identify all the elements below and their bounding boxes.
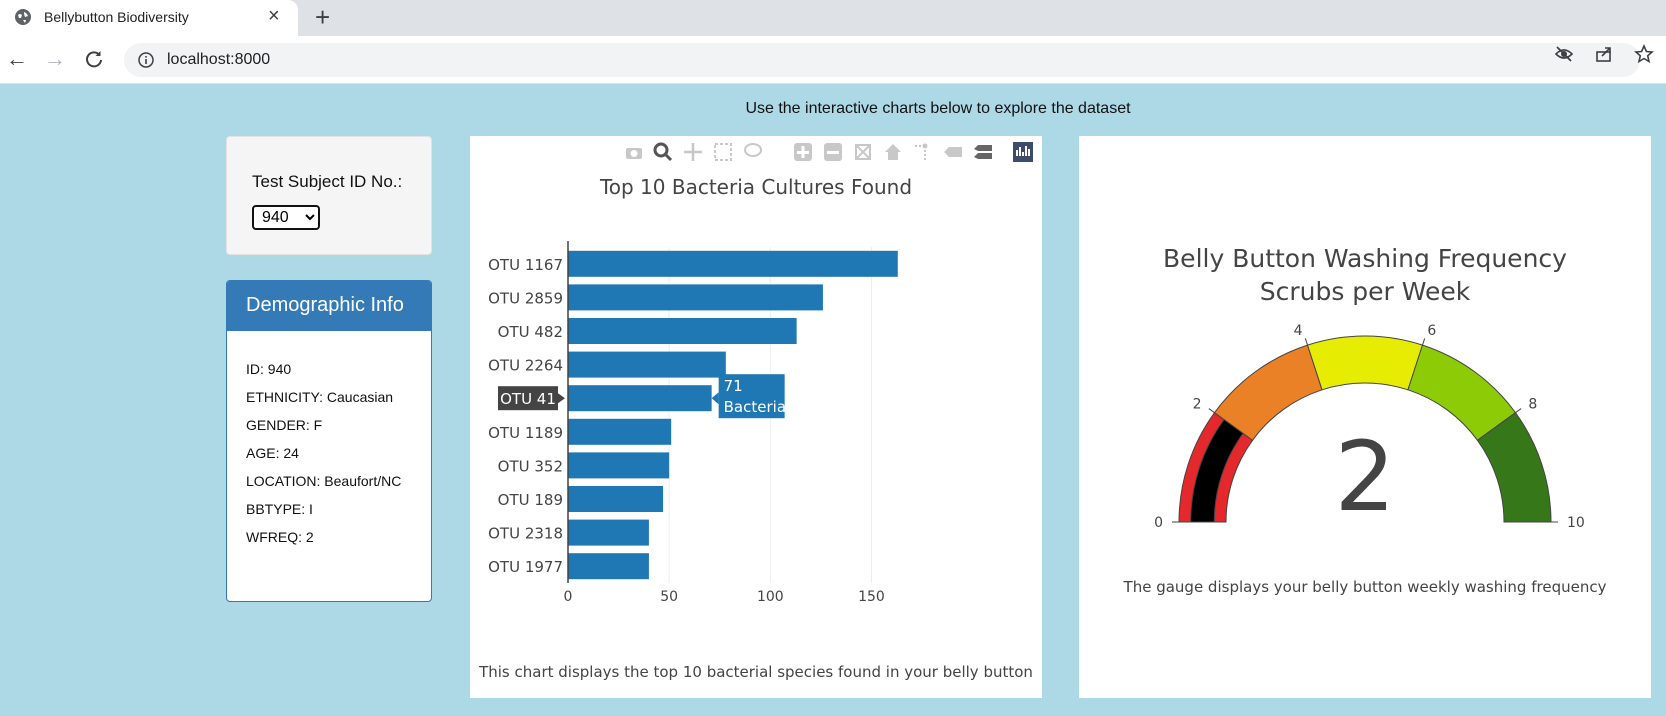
bar[interactable] [568,452,670,479]
bar[interactable] [568,486,664,512]
x-tick-label: 50 [660,589,678,605]
y-tick-label: OTU 1167 [488,256,563,274]
new-tab-icon[interactable]: + [315,3,330,31]
address-bar[interactable]: localhost:8000 [124,43,1640,77]
demographic-info-panel: Demographic Info ID: 940 ETHNICITY: Cauca… [226,280,432,602]
globe-icon [15,9,31,25]
bar[interactable] [568,385,712,412]
page-headline: Use the interactive charts below to expl… [745,100,1131,117]
hover-closest-icon[interactable] [944,147,962,157]
plot-modebar [626,142,1033,162]
lasso-icon[interactable] [744,143,762,157]
gauge-value-number: 2 [1334,421,1395,533]
bar[interactable] [568,284,823,311]
tooltip-label: Bacteria [724,398,786,416]
spike-lines-icon[interactable] [915,143,928,161]
tab-title: Bellybutton Biodiversity [44,9,189,25]
gauge-chart-card: Belly Button Washing Frequency Scrubs per… [1079,136,1651,698]
reload-icon[interactable] [84,49,104,69]
tooltip-value: 71 [724,377,743,395]
demographic-row: GENDER: F [246,417,323,433]
hover-compare-icon[interactable] [974,145,992,159]
zoom-out-icon[interactable] [824,143,842,161]
gauge-tick [1304,338,1308,346]
gauge-tick [1422,338,1426,346]
demographic-row: BBTYPE: I [246,501,313,517]
bar[interactable] [568,250,898,277]
y-tick-label: OTU 2859 [488,289,563,307]
gauge-chart[interactable]: Belly Button Washing Frequency Scrubs per… [1079,136,1651,698]
close-tab-icon[interactable]: × [268,5,280,27]
y-tick-label: OTU 2318 [488,525,563,543]
demographic-info-body: ID: 940 ETHNICITY: Caucasian GENDER: F AGE:… [227,331,431,545]
x-tick-label: 0 [564,589,573,605]
y-tick-label: OTU 189 [498,491,563,509]
back-icon[interactable]: ← [6,47,28,71]
gauge-tick-label: 6 [1427,323,1436,339]
y-tick-label: OTU 2264 [488,357,563,375]
gauge-caption: The gauge displays your belly button wee… [1123,578,1607,596]
y-tick-label-hover: OTU 41 [500,390,556,408]
zoom-icon[interactable] [653,142,673,162]
bar[interactable] [568,553,649,580]
subject-id-label: Test Subject ID No.: [252,172,403,191]
bar-chart-caption: This chart displays the top 10 bacterial… [478,663,1033,681]
url-text[interactable]: localhost:8000 [167,51,270,69]
home-icon[interactable] [885,144,901,160]
x-tick-label: 100 [757,589,784,605]
gauge-title: Belly Button Washing Frequency [1163,244,1567,273]
demographic-info-title: Demographic Info [227,281,431,331]
gauge-band[interactable] [1306,335,1424,391]
y-tick-label: OTU 1977 [488,558,563,576]
subject-selector-panel: Test Subject ID No.: 940 [226,136,432,255]
gauge-tick [1208,408,1215,414]
pan-icon[interactable] [684,143,702,161]
info-icon[interactable] [138,52,154,68]
forward-icon[interactable]: → [44,47,66,71]
gauge-tick [1515,408,1522,414]
y-tick-label: OTU 482 [498,323,563,341]
gauge-tick-label: 8 [1528,396,1537,412]
y-tick-label: OTU 352 [498,457,563,475]
demographic-row: ID: 940 [246,361,292,377]
gauge-tick-label: 0 [1154,515,1163,531]
gauge-tick-label: 10 [1567,515,1585,531]
bar-chart-title: Top 10 Bacteria Cultures Found [599,175,912,199]
bar[interactable] [568,318,797,344]
gauge-tick-label: 2 [1193,396,1202,412]
camera-icon[interactable] [626,148,642,159]
demographic-row: ETHNICITY: Caucasian [246,389,394,405]
share-icon[interactable] [1594,44,1614,64]
browser-tab[interactable]: Bellybutton Biodiversity × [0,0,298,36]
bar-chart[interactable]: Top 10 Bacteria Cultures Found 0 50 100 150 O… [470,136,1042,698]
tooltip-pointer [711,392,719,405]
eye-off-icon[interactable] [1554,44,1574,64]
bar[interactable] [568,418,672,445]
zoom-in-icon[interactable] [794,143,812,161]
y-tick-label: OTU 1189 [488,424,563,442]
x-tick-label: 150 [858,589,885,605]
bar[interactable] [568,351,726,378]
autoscale-icon[interactable] [855,144,871,160]
bar[interactable] [568,519,649,546]
demographic-row: LOCATION: Beaufort/NC [246,473,402,489]
demographic-row: WFREQ: 2 [246,529,314,545]
plotly-logo-icon[interactable] [1013,142,1033,162]
subject-id-select[interactable]: 940 [252,205,320,230]
hover-category-pointer [558,393,565,404]
star-icon[interactable] [1634,44,1654,64]
tab-strip: Bellybutton Biodiversity × + [0,0,1666,36]
demographic-row: AGE: 24 [246,445,299,461]
hover-tooltip: 71 Bacteria [711,374,786,419]
gauge-tick-label: 4 [1294,323,1303,339]
browser-toolbar: ← → localhost:8000 [0,36,1666,84]
bar-chart-card: Top 10 Bacteria Cultures Found 0 50 100 150 O… [470,136,1042,698]
gauge-subtitle: Scrubs per Week [1260,277,1471,306]
box-select-icon[interactable] [714,143,732,161]
